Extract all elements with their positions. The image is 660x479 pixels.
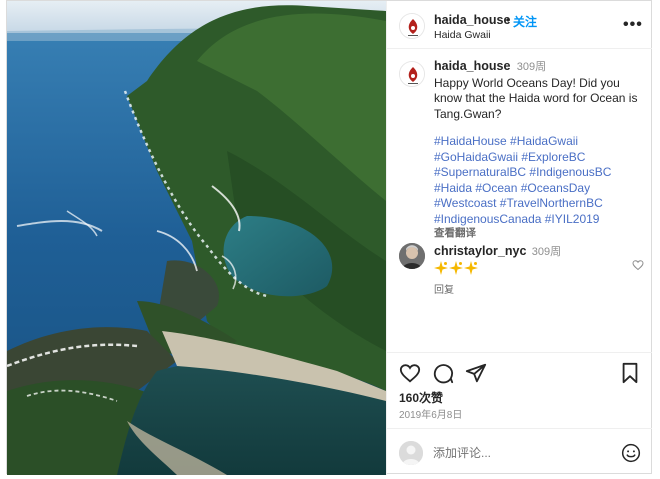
hashtag-line[interactable]: #HaidaHouse #HaidaGwaii (434, 134, 646, 150)
comment-item: christaylor_nyc 309周 回复 (399, 243, 644, 296)
heart-icon[interactable] (399, 362, 421, 384)
sparkle-icon (464, 261, 478, 275)
hashtag-line[interactable]: #IndigenousCanada #IYIL2019 (434, 212, 646, 228)
hashtag-line[interactable]: #GoHaidaGwaii #ExploreBC (434, 150, 646, 166)
caption-avatar[interactable] (399, 61, 425, 87)
bookmark-icon[interactable] (620, 362, 640, 384)
like-count[interactable]: 160次赞 (399, 389, 443, 406)
current-user-avatar (399, 441, 423, 465)
comment-icon[interactable] (432, 362, 454, 384)
header-separator: • (506, 13, 511, 27)
post-date: 2019年6月8日 (399, 410, 463, 421)
reply-button[interactable]: 回复 (434, 281, 454, 296)
commenter-username[interactable]: christaylor_nyc (434, 244, 526, 258)
sparkle-icon (449, 261, 463, 275)
post-location[interactable]: Haida Gwaii (434, 29, 491, 41)
comment-text (434, 261, 561, 275)
post-photo-aerial-coastline[interactable] (7, 1, 386, 475)
post-author-username[interactable]: haida_house (434, 13, 510, 27)
post-actions-bar (387, 352, 652, 392)
hashtag-line[interactable]: #Haida #Ocean #OceansDay (434, 181, 646, 197)
instagram-post: haida_house • 关注 Haida Gwaii ••• haida_h… (6, 0, 652, 475)
add-comment-input[interactable] (433, 442, 613, 464)
hashtag-line[interactable]: #Westcoast #TravelNorthernBC (434, 196, 646, 212)
comment-like-heart-icon[interactable] (632, 259, 644, 271)
comment-body: christaylor_nyc 309周 (434, 243, 561, 275)
post-header: haida_house • 关注 Haida Gwaii ••• (387, 1, 652, 49)
hashtag-line[interactable]: #SupernaturalBC #IndigenousBC (434, 165, 646, 181)
caption-text: Happy World Oceans Day! Did you know tha… (434, 75, 638, 121)
hashtag-list: #HaidaHouse #HaidaGwaii #GoHaidaGwaii #E… (434, 134, 646, 227)
post-side-panel: haida_house • 关注 Haida Gwaii ••• haida_h… (386, 1, 652, 475)
commenter-avatar[interactable] (399, 243, 425, 269)
caption-username[interactable]: haida_house (434, 59, 510, 73)
follow-button[interactable]: 关注 (513, 13, 537, 30)
smile-icon[interactable] (621, 443, 641, 463)
caption-body: haida_house 309周 Happy World Oceans Day!… (434, 59, 646, 239)
more-icon[interactable]: ••• (623, 16, 643, 34)
sparkle-icon (434, 261, 448, 275)
add-comment-bar (387, 428, 652, 475)
comment-timestamp: 309周 (531, 246, 562, 258)
see-translation-link[interactable]: 查看翻译 (434, 227, 646, 239)
share-icon[interactable] (465, 362, 487, 384)
caption-timestamp: 309周 (516, 61, 547, 73)
haida-house-logo-avatar[interactable] (399, 13, 425, 39)
